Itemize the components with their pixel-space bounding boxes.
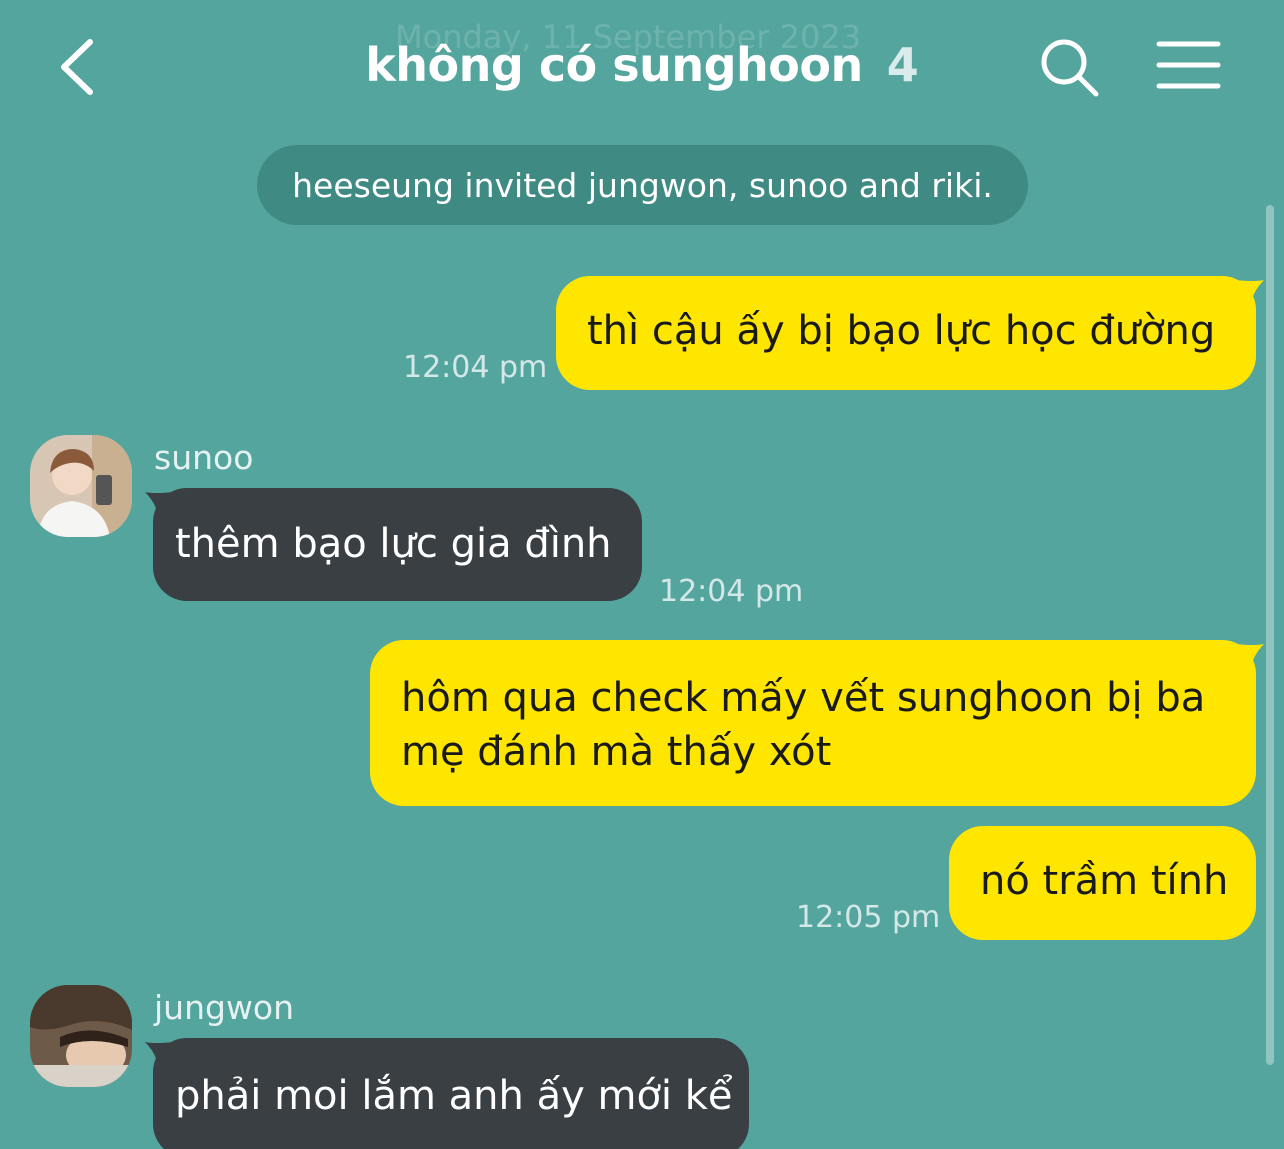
member-count: 4 <box>886 38 919 92</box>
search-icon <box>1041 39 1099 97</box>
message-time: 12:04 pm <box>403 350 548 385</box>
search-button[interactable] <box>1036 34 1102 100</box>
my-message-bubble[interactable]: thì cậu ấy bị bạo lực học đường <box>556 276 1256 390</box>
sender-name: sunoo <box>154 438 254 477</box>
bubble-tail <box>1236 280 1264 308</box>
my-message-bubble[interactable]: nó trầm tính <box>949 826 1256 940</box>
message-line: mẹ đánh mà thấy xót <box>401 729 832 775</box>
message-time: 12:04 pm <box>659 574 804 609</box>
sender-name: jungwon <box>154 988 295 1027</box>
their-message-bubble[interactable]: phải moi lắm anh ấy mới kể <box>153 1038 749 1149</box>
hamburger-menu-icon <box>1156 41 1221 89</box>
chat-screen: Monday, 11 September 2023 không có sungh… <box>0 0 1284 1149</box>
system-notice: heeseung invited jungwon, sunoo and riki… <box>257 145 1028 225</box>
message-line: hôm qua check mấy vết sunghoon bị ba <box>401 675 1206 721</box>
their-message-bubble[interactable]: thêm bạo lực gia đình <box>153 488 642 601</box>
avatar-image <box>30 985 132 1087</box>
my-message-bubble[interactable]: hôm qua check mấy vết sunghoon bị ba mẹ … <box>370 640 1256 806</box>
avatar-jungwon[interactable] <box>30 985 132 1087</box>
message-time: 12:05 pm <box>796 900 941 935</box>
chat-header: Monday, 11 September 2023 không có sungh… <box>0 0 1284 135</box>
bubble-tail <box>1236 644 1264 672</box>
scrollbar[interactable] <box>1266 205 1274 1065</box>
chat-title: không có sunghoon <box>365 38 863 92</box>
avatar-image <box>30 435 132 537</box>
avatar-sunoo[interactable] <box>30 435 132 537</box>
menu-button[interactable] <box>1154 38 1224 94</box>
